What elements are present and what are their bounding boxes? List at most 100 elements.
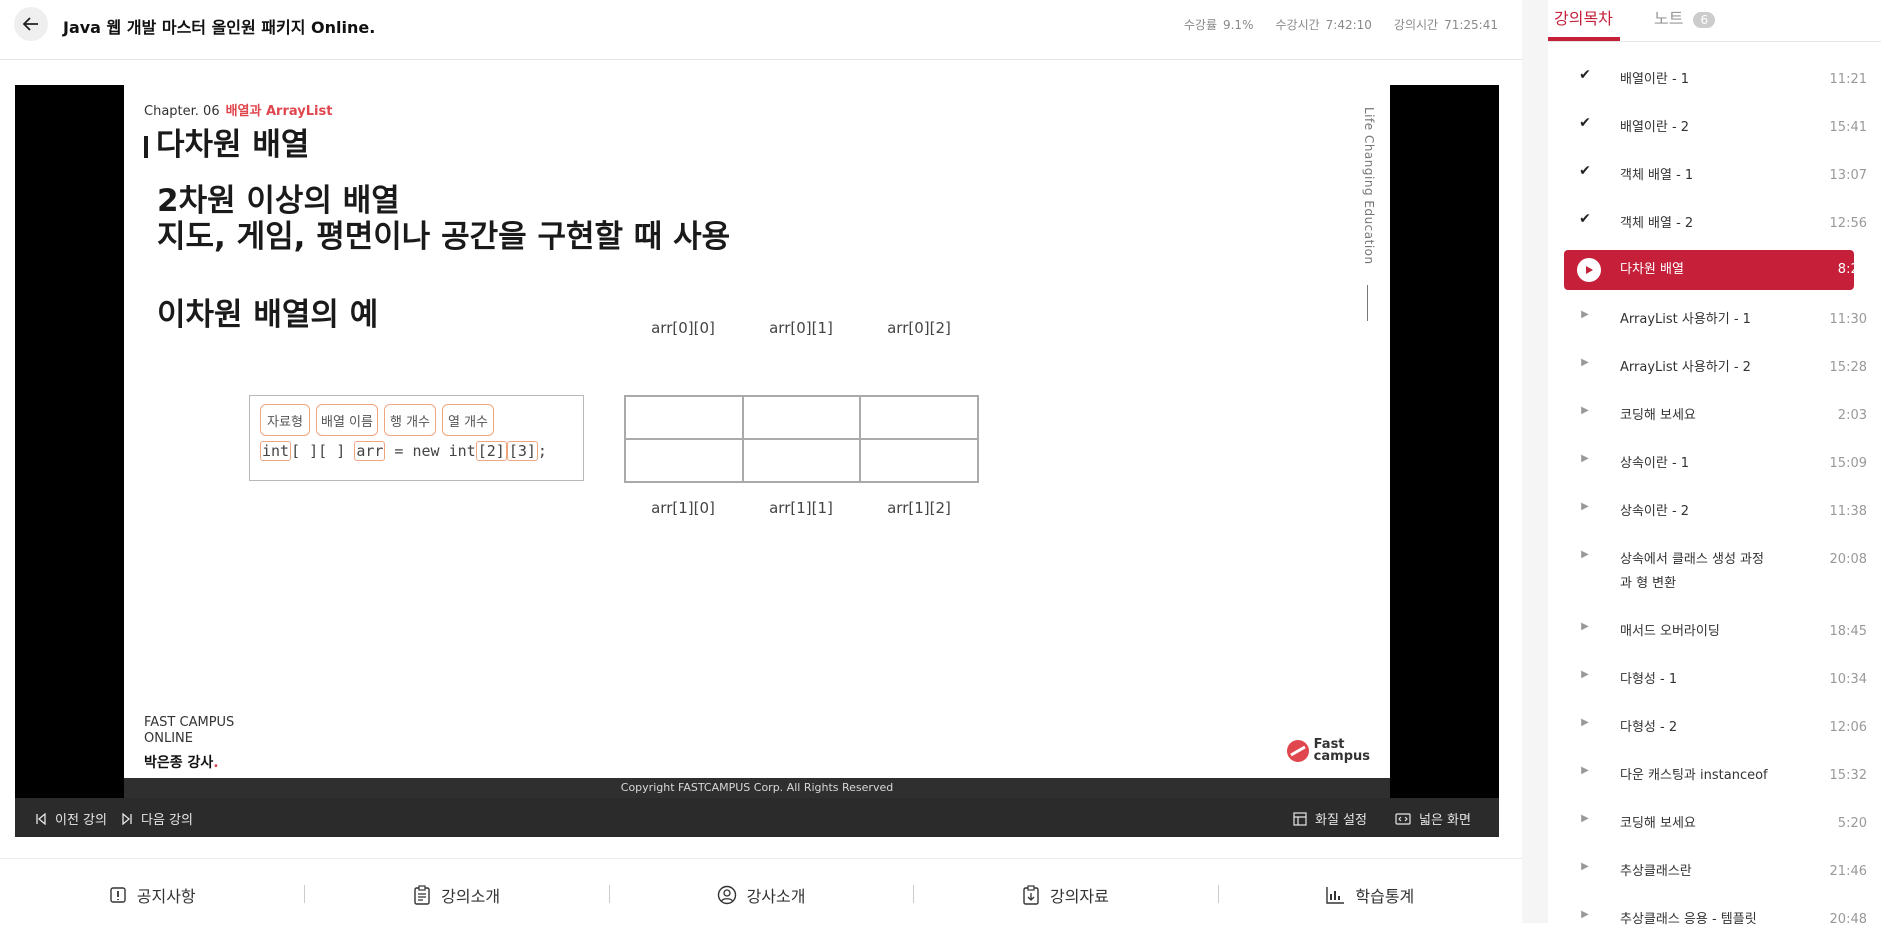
lecture-item[interactable]: ▶ 다형성 - 2 12:06 [1548,706,1881,754]
nav-label: 강사소개 [746,887,806,906]
lecture-item[interactable]: ▶ 상속에서 클래스 생성 과정과 형 변환 20:08 [1548,538,1881,610]
lecture-list: ✔ 배열이란 - 1 11:21 ✔ 배열이란 - 2 15:41 ✔ 객체 배열 - 1 13… [1548,58,1881,946]
lecture-item[interactable]: ▶ 추상클래스란 21:46 [1548,850,1881,898]
brand-line: ONLINE [144,731,193,746]
lecture-duration: 2:03 [1837,408,1867,423]
lecture-item[interactable]: ▶ 상속이란 - 1 15:09 [1548,442,1881,490]
code-new: = new int [385,442,476,460]
lecture-item[interactable]: ▶ 매서드 오버라이딩 18:45 [1548,610,1881,658]
grid-cell [860,439,978,482]
prev-lecture-button[interactable]: 이전 강의 [35,809,107,828]
lecture-duration: 15:28 [1829,360,1867,375]
lecture-item[interactable]: ▶ 코딩해 보세요 5:20 [1548,802,1881,850]
lecture-name: 다차원 배열 [1620,262,1684,277]
code-line: int[ ][ ] arr = new int [2] [3]; [260,441,547,461]
player-controls: 이전 강의 다음 강의 화질 설정 넓은 화면 [15,798,1499,837]
play-icon: ▶ [1581,669,1589,680]
stat-value: 71:25:41 [1444,18,1498,32]
lecture-item[interactable]: ✔ 배열이란 - 2 15:41 [1548,106,1881,154]
fastcampus-logo: Fast campus [1286,738,1370,764]
lecture-name: 코딩해 보세요 [1620,816,1696,831]
bullet-line: 2차원 이상의 배열 [157,183,400,219]
nav-instructor[interactable]: 강사소개 [608,875,913,915]
play-icon: ▶ [1581,813,1589,824]
brand-text: FAST CAMPUS ONLINE [144,715,234,747]
tab-notes[interactable]: 노트 6 [1654,5,1716,29]
wide-screen-button[interactable]: 넓은 화면 [1395,809,1471,828]
lecture-name: 다형성 - 1 [1620,672,1678,687]
bullet-line: 지도, 게임, 평면이나 공간을 구현할 때 사용 [157,219,731,255]
lecture-name: 코딩해 보세요 [1620,408,1696,423]
tag-array-name: 배열 이름 [316,404,378,436]
grid-label: arr[0][1] [769,319,833,337]
code-semicolon: ; [537,442,547,460]
array-grid [624,395,979,483]
video-frame[interactable]: Chapter. 06 배열과 ArrayList 다차원 배열 2차원 이상의 … [124,85,1390,778]
tag-type: 자료형 [260,404,310,436]
next-lecture-button[interactable]: 다음 강의 [121,809,193,828]
grid-label: arr[0][2] [887,319,951,337]
lecture-item[interactable]: ✔ 객체 배열 - 2 12:56 [1548,202,1881,250]
nav-course-intro[interactable]: 강의소개 [304,875,608,915]
lecture-item[interactable]: ▶ 다운 캐스팅과 instanceof 15:32 [1548,754,1881,802]
lecture-item[interactable]: ▶ ArrayList 사용하기 - 2 15:28 [1548,346,1881,394]
sidebar-tabs: 강의목차 노트 6 [1548,0,1881,42]
stat-label: 강의시간 [1393,18,1439,32]
copyright-strip: Copyright FASTCAMPUS Corp. All Rights Re… [124,778,1390,798]
lecture-item[interactable]: ✔ 객체 배열 - 1 13:07 [1548,154,1881,202]
logo-line: campus [1313,749,1370,764]
bottom-divider [0,858,1522,859]
lecture-name: 객체 배열 - 2 [1620,216,1694,231]
lecture-name: 배열이란 - 1 [1620,72,1690,87]
tab-notes-label: 노트 [1654,9,1684,28]
stat-label: 수강시간 [1275,18,1320,32]
lecture-name: 다운 캐스팅과 instanceof [1620,768,1768,783]
nav-materials[interactable]: 강의자료 [913,875,1217,915]
quality-settings-button[interactable]: 화질 설정 [1293,809,1367,828]
bottom-nav: 공지사항 강의소개 강사소개 강의자료 학습통계 [0,875,1522,915]
code-brackets: [ ][ ] [291,442,346,460]
lecture-name: 상속에서 클래스 생성 과정과 형 변환 [1620,552,1764,591]
play-icon: ▶ [1581,765,1589,776]
stat-value: 9.1% [1222,18,1254,32]
grid-cell [625,396,743,439]
skip-back-icon [36,812,46,825]
nav-notice[interactable]: 공지사항 [0,875,304,915]
lecture-name: ArrayList 사용하기 - 2 [1620,360,1751,375]
nav-statistics[interactable]: 학습통계 [1217,875,1522,915]
teacher-name: 박은종 강사. [144,752,219,772]
lecture-item[interactable]: ✔ 배열이란 - 1 11:21 [1548,58,1881,106]
lecture-item[interactable]: ▶ 코딩해 보세요 2:03 [1548,394,1881,442]
lecture-name: 다형성 - 2 [1620,720,1678,735]
wide-screen-label: 넓은 화면 [1419,813,1471,828]
title-bar [144,135,148,158]
play-icon: ▶ [1581,501,1589,512]
check-icon: ✔ [1579,163,1591,179]
stat-progress: 수강률 9.1% [1184,16,1254,33]
lecture-item[interactable]: ▶ 추상클래스 응용 - 템플릿 20:48 [1548,898,1881,946]
chapter-name: 배열과 ArrayList [225,104,333,119]
brand-line: FAST CAMPUS [144,715,235,730]
lecture-duration: 18:45 [1829,624,1867,639]
lecture-item[interactable]: ▶ 상속이란 - 2 11:38 [1548,490,1881,538]
lecture-item[interactable]: ▶ 다형성 - 1 10:34 [1548,658,1881,706]
video-player[interactable]: Chapter. 06 배열과 ArrayList 다차원 배열 2차원 이상의 … [15,85,1499,837]
lecture-duration: 12:56 [1829,216,1867,231]
lecture-duration: 8:28 [1837,262,1867,277]
grid-label: arr[1][0] [651,499,715,517]
lecture-duration: 20:08 [1829,552,1867,567]
lecture-duration: 11:30 [1829,312,1867,327]
lecture-item[interactable]: ▶ ArrayList 사용하기 - 1 11:30 [1548,298,1881,346]
notice-icon [110,887,126,903]
quality-label: 화질 설정 [1315,813,1367,828]
teacher-dot: . [213,755,219,771]
slide-title-text: 다차원 배열 [156,127,310,163]
back-button[interactable] [14,7,48,41]
slide-bullet-example: 이차원 배열의 예 [157,297,379,333]
top-bar: Java 웹 개발 마스터 올인원 패키지 Online. 수강률 9.1% 수강… [0,0,1522,60]
play-icon: ▶ [1581,909,1589,920]
tab-curriculum[interactable]: 강의목차 [1554,5,1613,29]
stat-lecture-time: 강의시간 71:25:41 [1394,16,1498,33]
stat-label: 수강률 [1183,18,1217,32]
lecture-item[interactable]: 다차원 배열 8:28 [1548,250,1881,298]
